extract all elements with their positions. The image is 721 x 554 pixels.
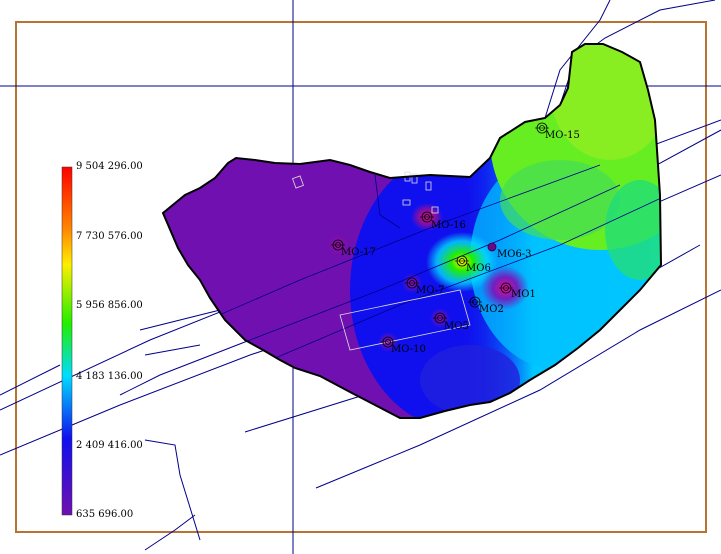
legend-colorbar (61, 166, 73, 516)
legend-tick-5: 635 696.00 (76, 509, 134, 520)
legend-tick-1: 7 730 576.00 (76, 231, 143, 242)
well-label: MO5 (444, 321, 469, 332)
map-canvas: MO-15 MO-16 MO-17 MO6-3 MO6 MO-7 MO1 MO2 MO5 MO-1… (0, 0, 721, 554)
well-label: MO-16 (431, 220, 466, 231)
legend-tick-2: 5 956 856.00 (76, 300, 143, 311)
well-label: MO-10 (391, 344, 426, 355)
legend-tick-4: 2 409 416.00 (76, 440, 143, 451)
well-label: MO6 (466, 263, 491, 274)
contour-surface (163, 44, 661, 418)
well-label: MO6-3 (497, 249, 532, 260)
well-label: MO-15 (545, 130, 580, 141)
well-label: MO2 (479, 304, 504, 315)
well-label: MO-17 (341, 247, 376, 258)
well-label: MO-7 (416, 285, 445, 296)
legend-tick-0: 9 504 296.00 (76, 161, 143, 172)
legend-tick-3: 4 183 136.00 (76, 371, 143, 382)
well-label: MO1 (511, 289, 536, 300)
well-marker-icon (487, 242, 497, 252)
